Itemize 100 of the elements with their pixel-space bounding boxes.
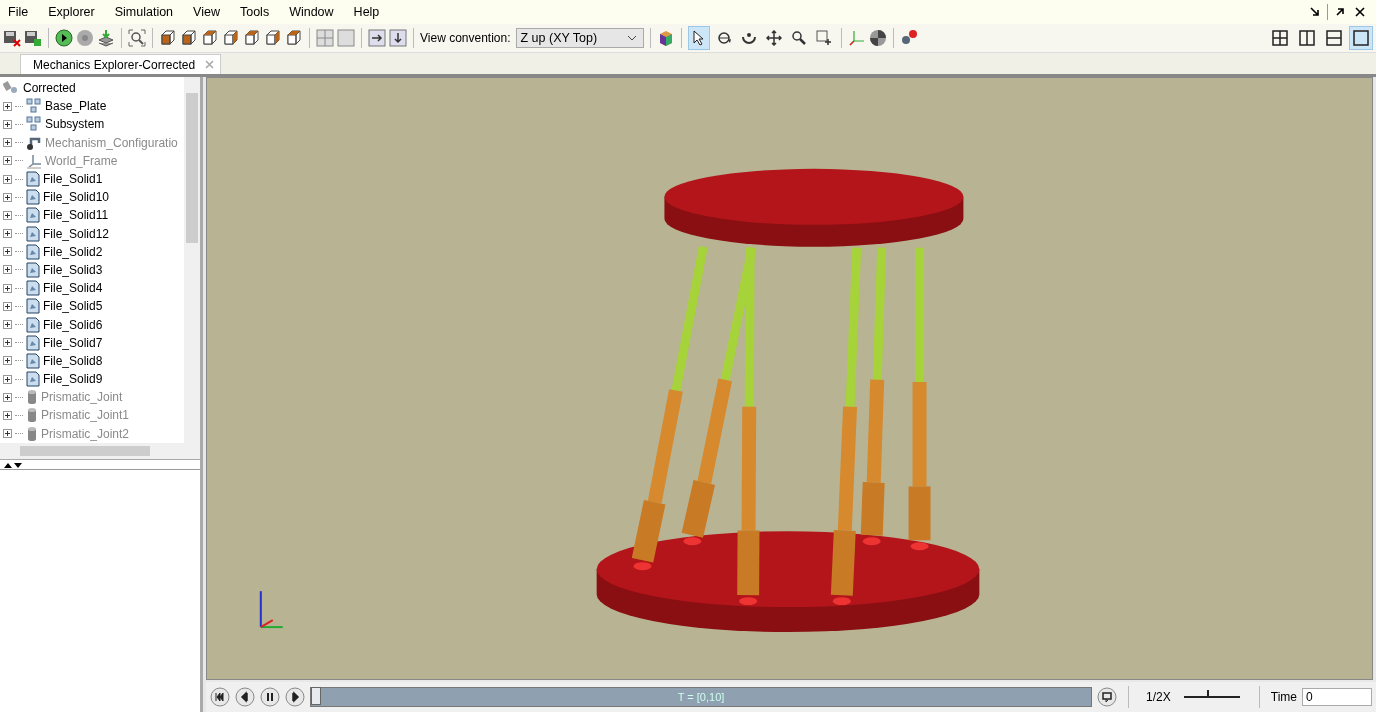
undock-icon[interactable] <box>1310 7 1320 17</box>
document-icon <box>26 207 40 224</box>
expand-icon[interactable] <box>3 192 12 202</box>
tree-item[interactable]: File_Solid5 <box>43 299 103 314</box>
tree-item[interactable]: File_Solid12 <box>43 226 110 241</box>
loop-icon[interactable] <box>1097 687 1118 707</box>
layers-icon[interactable] <box>97 29 115 47</box>
speed-slider-handle[interactable] <box>1207 690 1211 698</box>
cube-view-icon[interactable] <box>159 29 177 47</box>
document-icon <box>26 225 40 242</box>
tree-item[interactable]: Corrected <box>23 81 76 96</box>
timeline-handle[interactable] <box>311 687 321 705</box>
collapse-icon[interactable] <box>3 461 23 468</box>
document-icon <box>26 261 40 278</box>
document-icon <box>26 171 40 188</box>
menu-item[interactable]: Simulation <box>112 5 182 19</box>
menu-item[interactable]: Help <box>351 5 388 19</box>
vertical-scrollbar[interactable] <box>184 77 200 443</box>
expand-icon[interactable] <box>3 356 12 366</box>
tool-button[interactable] <box>687 26 710 50</box>
menu-item[interactable]: Explorer <box>46 5 103 19</box>
expand-icon[interactable] <box>3 229 12 239</box>
document-icon <box>26 243 40 260</box>
cube-view-icon[interactable] <box>243 29 261 47</box>
menu-item[interactable]: View <box>191 5 228 19</box>
tree-item[interactable]: File_Solid9 <box>43 372 103 387</box>
subsystem-icon <box>26 98 42 115</box>
zoom-box-icon <box>815 30 832 46</box>
cylinder-icon <box>26 425 38 442</box>
expand-icon[interactable] <box>3 320 12 330</box>
cube-view-icon[interactable] <box>222 29 240 47</box>
cube-view-icon[interactable] <box>201 29 219 47</box>
expand-icon[interactable] <box>3 265 12 275</box>
expand-icon[interactable] <box>3 174 12 184</box>
document-icon <box>26 280 40 297</box>
menu-item[interactable]: Window <box>287 5 342 19</box>
expand-icon[interactable] <box>3 338 12 348</box>
document-icon <box>26 316 40 333</box>
expand-icon[interactable] <box>3 210 12 220</box>
expand-icon[interactable] <box>3 301 12 311</box>
3d-viewport[interactable] <box>206 77 1373 680</box>
close-model-icon[interactable] <box>3 29 21 47</box>
model-icon <box>3 81 19 96</box>
tree-item[interactable]: Subsystem <box>45 117 105 132</box>
view-convention-label: View convention: <box>420 31 511 45</box>
cube-view-icon[interactable] <box>285 29 303 47</box>
maximize-icon[interactable] <box>1335 7 1345 17</box>
tree-item[interactable]: File_Solid4 <box>43 281 103 296</box>
expand-icon[interactable] <box>3 247 12 257</box>
rewind-icon[interactable] <box>210 687 230 707</box>
time-label: Time <box>1270 690 1297 704</box>
pause-icon[interactable] <box>260 687 280 707</box>
zoom-fit-icon[interactable] <box>128 29 146 47</box>
tree-item[interactable]: File_Solid11 <box>43 208 109 223</box>
document-icon <box>26 298 40 315</box>
expand-icon[interactable] <box>3 138 12 148</box>
cube-view-icon[interactable] <box>180 29 198 47</box>
expand-icon[interactable] <box>3 156 12 166</box>
step-back-icon[interactable] <box>235 687 255 707</box>
tree-item[interactable]: File_Solid1 <box>43 172 103 187</box>
horizontal-scrollbar[interactable] <box>0 443 200 459</box>
arrow-right-icon[interactable] <box>368 29 386 47</box>
tree-item[interactable]: File_Solid8 <box>43 353 103 368</box>
cylinder-icon <box>26 407 38 424</box>
arrow-down-icon[interactable] <box>389 29 407 47</box>
pan-icon <box>765 30 782 46</box>
expand-icon[interactable] <box>3 410 12 420</box>
rotate-icon <box>715 30 732 46</box>
save-model-icon[interactable] <box>24 29 42 47</box>
tree-item[interactable]: File_Solid10 <box>43 190 110 205</box>
close-icon[interactable] <box>1355 7 1365 17</box>
menu-item[interactable]: File <box>6 5 37 19</box>
time-field[interactable]: 0 <box>1302 688 1372 706</box>
tree-item[interactable]: File_Solid3 <box>43 262 103 277</box>
layout-button[interactable] <box>1349 26 1373 50</box>
view-convention-dropdown[interactable]: Z up (XY Top) <box>515 28 644 48</box>
document-tab[interactable]: Mechanics Explorer-Corrected <box>20 54 222 74</box>
speed-label: 1/2X <box>1146 690 1171 704</box>
expand-icon[interactable] <box>3 283 12 293</box>
expand-icon[interactable] <box>3 374 12 384</box>
tree-item[interactable]: Base_Plate <box>45 99 107 114</box>
tree-item[interactable]: File_Solid6 <box>43 317 103 332</box>
step-forward-icon[interactable] <box>285 687 305 707</box>
zoom-icon <box>790 30 807 46</box>
document-icon <box>26 371 40 388</box>
time-range: T = [0,10] <box>677 691 725 703</box>
tree-item[interactable]: File_Solid7 <box>43 335 103 350</box>
roll-icon <box>740 30 757 46</box>
subsystem-icon <box>26 116 42 133</box>
menu-item[interactable]: Tools <box>237 5 278 19</box>
expand-icon[interactable] <box>3 119 12 129</box>
cube-view-icon[interactable] <box>264 29 282 47</box>
document-icon <box>26 189 40 206</box>
molecule-icon[interactable] <box>899 29 918 47</box>
expand-icon[interactable] <box>3 101 12 111</box>
run-icon[interactable] <box>55 29 73 47</box>
expand-icon[interactable] <box>3 392 12 402</box>
tree-item[interactable]: File_Solid2 <box>43 244 103 259</box>
expand-icon[interactable] <box>3 429 12 439</box>
sphere-icon[interactable] <box>868 29 887 47</box>
